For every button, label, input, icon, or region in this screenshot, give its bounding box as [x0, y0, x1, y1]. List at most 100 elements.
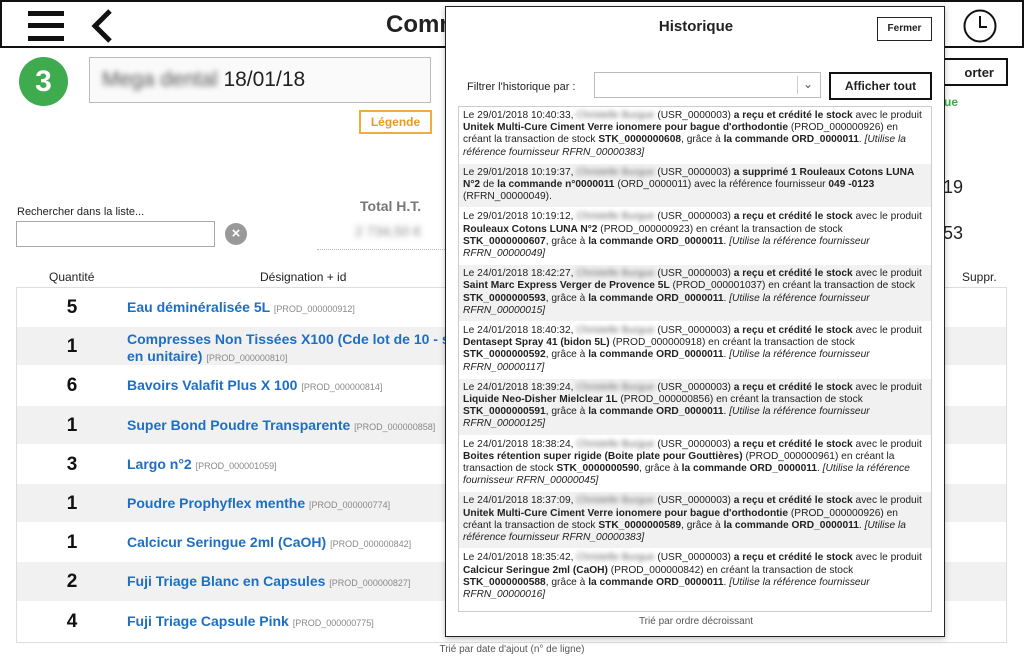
row-quantity: 1 — [66, 414, 78, 436]
filter-select[interactable]: ⌄ — [594, 72, 821, 98]
row-product-link[interactable]: Super Bond Poudre Transparente [PROD_000… — [127, 417, 435, 433]
entry-user: Christelle Burgue — [576, 381, 655, 393]
entry-user: Christelle Burgue — [576, 166, 655, 178]
entry-date: Le 24/01/2018 18:37:09, — [463, 495, 574, 507]
entry-action: a reçu et crédité le stock — [733, 110, 853, 121]
entry-user: Christelle Burgue — [576, 110, 655, 121]
entry-product: Dentasept Spray 41 (bidon 5L) — [463, 337, 610, 349]
chevron-left-icon[interactable] — [88, 8, 118, 44]
product-id: [PROD_000000774] — [309, 499, 391, 510]
total-label: Total H.T. — [360, 198, 422, 214]
clock-icon[interactable] — [962, 8, 998, 44]
product-name: Eau déminéralisée 5L — [127, 299, 270, 315]
entry-text: avec le produit — [855, 495, 922, 507]
total-value: 2 734,50 € — [355, 223, 422, 239]
entry-order: la commande ORD_0000011 — [723, 134, 859, 146]
history-sort-note: Trié par ordre décroissant — [638, 616, 754, 627]
entry-product-id: (PROD_000000842) en créant la transactio… — [610, 564, 854, 576]
entry-action: a reçu et crédité le stock — [733, 438, 853, 450]
entry-order: la commande ORD_0000011 — [588, 292, 724, 304]
entry-text: , grâce à — [545, 349, 586, 361]
entry-text: avec le produit — [855, 381, 922, 393]
modal-title: Historique — [658, 18, 734, 35]
entry-date: Le 24/01/2018 18:39:24, — [463, 381, 574, 393]
chevron-down-icon: ⌄ — [802, 77, 813, 91]
hamburger-icon[interactable] — [28, 11, 64, 41]
total-right-value-2: 53 — [943, 223, 964, 243]
entry-text: avec le produit — [855, 438, 922, 450]
column-header-delete: Suppr. — [962, 270, 997, 284]
entry-text: , grâce à — [545, 292, 586, 304]
entry-product: Boites rétention super rigide (Boite pla… — [463, 450, 743, 462]
row-product-link[interactable]: Largo n°2 [PROD_000001059] — [127, 456, 277, 472]
entry-reference-code: 049 -0123 — [828, 179, 875, 191]
total-right-value-1: 19 — [943, 177, 964, 197]
entry-action: a reçu et crédité le stock — [733, 495, 853, 507]
legend-button[interactable]: Légende — [359, 110, 432, 134]
entry-order: la commande ORD_0000011 — [588, 349, 724, 361]
entry-date: Le 29/01/2018 10:19:12, — [463, 211, 574, 223]
row-product-link[interactable]: Calcicur Seringue 2ml (CaOH) [PROD_00000… — [127, 534, 411, 550]
entry-user-id: (USR_0000003) — [657, 166, 731, 178]
history-entry: Le 24/01/2018 18:40:32, Christelle Burgu… — [459, 322, 931, 379]
entry-order: la commande ORD_0000011 — [588, 576, 724, 588]
entry-action: a reçu et crédité le stock — [733, 268, 853, 280]
entry-date: Le 29/01/2018 10:40:33, — [463, 110, 574, 121]
product-name: Fuji Triage Capsule Pink — [127, 612, 289, 629]
history-entry: Le 29/01/2018 10:19:37, Christelle Burgu… — [459, 163, 931, 209]
entry-action: a reçu et crédité le stock — [733, 381, 853, 393]
close-button[interactable]: Fermer — [877, 17, 932, 41]
row-quantity: 1 — [66, 492, 78, 514]
history-entry: Le 29/01/2018 10:19:12, Christelle Burgu… — [459, 208, 931, 266]
search-input[interactable] — [16, 221, 215, 247]
entry-action: a reçu et crédité le stock — [733, 325, 853, 337]
row-quantity: 4 — [66, 610, 78, 632]
divider — [317, 249, 447, 250]
product-name: Super Bond Poudre Transparente — [127, 416, 351, 433]
entry-product: Unitek Multi-Cure Ciment Verre ionomere … — [463, 122, 789, 134]
entry-text: , grâce à — [545, 406, 586, 418]
entry-action: a reçu et crédité le stock — [733, 552, 853, 564]
row-product-link[interactable]: Eau déminéralisée 5L [PROD_000000912] — [127, 299, 355, 315]
supplier-name: Mega dental — [102, 68, 218, 91]
product-id: [PROD_000000814] — [301, 382, 383, 393]
entry-user-id: (USR_0000003) — [657, 495, 731, 507]
row-product-link[interactable]: Poudre Prophyflex menthe [PROD_000000774… — [127, 495, 390, 511]
entry-date: Le 24/01/2018 18:42:27, — [463, 268, 574, 280]
product-name-continued: en unitaire) — [127, 348, 203, 365]
column-header-designation: Désignation + id — [260, 270, 347, 284]
product-name: Calcicur Seringue 2ml (CaOH) — [127, 534, 327, 551]
history-entry: Le 24/01/2018 18:37:09, Christelle Burgu… — [459, 492, 931, 550]
entry-product: Liquide Neo-Disher Mielclear 1L — [463, 394, 618, 406]
entry-product-id: (PROD_000000918) en créant la transactio… — [612, 337, 855, 349]
entry-user-id: (USR_0000003) — [657, 268, 731, 280]
column-header-quantity: Quantité — [49, 270, 95, 284]
history-entry: Le 24/01/2018 18:39:24, Christelle Burgu… — [459, 378, 931, 436]
row-product-link[interactable]: Bavoirs Valafit Plus X 100 [PROD_0000008… — [127, 377, 382, 393]
entry-stock-id: STK_0000000593 — [463, 292, 546, 304]
entry-text: avec le produit — [855, 211, 922, 223]
entry-text: , grâce à — [681, 519, 721, 531]
row-product-link[interactable]: Compresses Non Tissées X100 (Cde lot de … — [127, 331, 450, 367]
entry-text: avec le produit — [855, 268, 922, 280]
row-quantity: 1 — [66, 336, 78, 358]
entry-text: , grâce à — [545, 576, 586, 588]
row-quantity: 3 — [66, 453, 78, 475]
entry-text: , grâce à — [545, 235, 586, 247]
history-list[interactable]: Le 29/01/2018 10:40:33, Christelle Burgu… — [458, 106, 932, 612]
entry-product: Saint Marc Express Verger de Provence 5L — [463, 280, 670, 292]
entry-date: Le 24/01/2018 18:40:32, — [463, 325, 574, 337]
product-name: Compresses Non Tissées X100 (Cde lot de … — [127, 331, 450, 348]
entry-stock-id: STK_0000000592 — [463, 349, 546, 361]
row-product-link[interactable]: Fuji Triage Blanc en Capsules [PROD_0000… — [127, 573, 410, 589]
entry-order: la commande ORD_0000011 — [588, 406, 724, 418]
clear-icon[interactable]: × — [225, 223, 247, 245]
search-label: Rechercher dans la liste... — [17, 206, 145, 218]
show-all-button[interactable]: Afficher tout — [829, 72, 932, 100]
entry-text: de — [482, 179, 495, 191]
entry-date: Le 24/01/2018 18:38:24, — [463, 438, 574, 450]
entry-text: avec le produit — [855, 110, 922, 121]
product-name: Fuji Triage Blanc en Capsules — [127, 573, 326, 590]
order-date: 18/01/18 — [223, 68, 306, 91]
row-product-link[interactable]: Fuji Triage Capsule Pink [PROD_000000775… — [127, 613, 374, 629]
